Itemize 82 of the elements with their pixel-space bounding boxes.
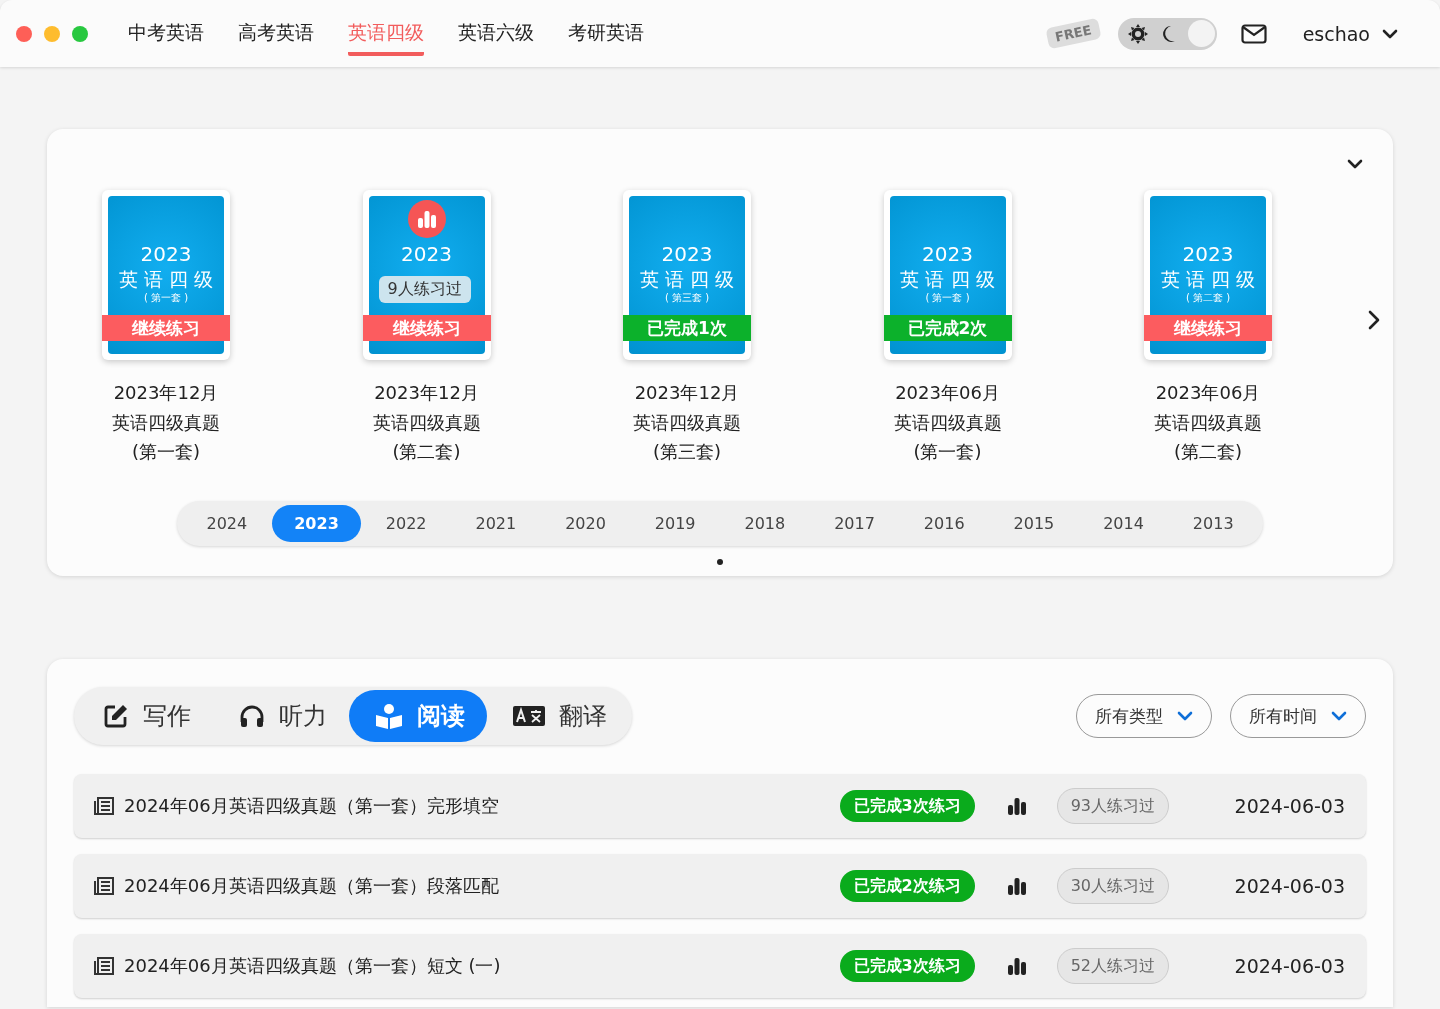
- book-title[interactable]: 2023年06月 英语四级真题 (第二套): [1154, 378, 1262, 467]
- cover-subtitle: ( 第一套 ): [143, 292, 189, 304]
- nav-tab[interactable]: 高考英语: [238, 11, 314, 56]
- cover-subtitle: ( 第一套 ): [925, 292, 970, 304]
- cover-title: 英 语 四 级: [900, 267, 995, 292]
- bar-chart-icon: [417, 210, 436, 228]
- year-tab[interactable]: 2024: [182, 504, 272, 542]
- year-tab[interactable]: 2021: [451, 504, 541, 542]
- exercise-title: 2024年06月英语四级真题（第一套）段落匹配: [124, 874, 500, 898]
- year-tab[interactable]: 2019: [630, 504, 721, 542]
- completion-badge: 已完成3次练习: [839, 950, 975, 982]
- nav-tab[interactable]: 中考英语: [128, 11, 204, 56]
- year-tab[interactable]: 2018: [720, 504, 810, 542]
- exercise-date: 2024-06-03: [1233, 795, 1345, 817]
- document-icon: [94, 957, 114, 975]
- book-cover[interactable]: 2023 9人练习过 继续练习: [362, 190, 491, 360]
- cover-year: 2023: [401, 242, 452, 266]
- year-tab[interactable]: 2015: [989, 504, 1079, 542]
- status-banner: 已完成1次: [623, 315, 751, 341]
- document-icon: [94, 797, 114, 815]
- status-banner: 继续练习: [1144, 315, 1272, 341]
- edit-icon: [103, 703, 129, 729]
- dropdown-caret-icon[interactable]: [1382, 27, 1398, 40]
- status-banner: 继续练习: [102, 315, 230, 341]
- close-button[interactable]: [16, 25, 32, 42]
- exercise-date: 2024-06-03: [1233, 875, 1345, 897]
- document-icon: [94, 877, 114, 895]
- exercise-title: 2024年06月英语四级真题（第一套）短文 (一): [124, 954, 502, 978]
- book-title[interactable]: 2023年12月 英语四级真题 (第三套): [633, 378, 741, 467]
- exercise-row[interactable]: 2024年06月英语四级真题（第一套）短文 (一) 已完成3次练习 52人练习过 2024-06-03: [74, 934, 1366, 998]
- year-tab[interactable]: 2014: [1078, 504, 1169, 542]
- reader-icon: [375, 703, 403, 729]
- bar-chart-icon: [1007, 877, 1026, 895]
- user-name[interactable]: eschao: [1302, 22, 1370, 45]
- exercise-row[interactable]: 2024年06月英语四级真题（第一套）段落匹配 已完成2次练习 30人练习过 2024-06-03: [74, 854, 1366, 918]
- headphones-icon: [239, 704, 265, 728]
- exercise-title: 2024年06月英语四级真题（第一套）完形填空: [124, 794, 500, 818]
- year-tab[interactable]: 2013: [1168, 504, 1259, 542]
- mail-icon[interactable]: [1240, 23, 1267, 44]
- practice-count: 30人练习过: [1056, 868, 1169, 904]
- filter-dropdown[interactable]: 所有时间: [1230, 694, 1366, 738]
- cover-year: 2023: [140, 242, 192, 266]
- tooltip: 9人练习过: [378, 276, 471, 303]
- status-banner: 已完成2次: [883, 315, 1012, 341]
- cover-title: 英 语 四 级: [639, 267, 735, 292]
- section-tab[interactable]: 写作: [77, 690, 213, 742]
- status-banner: 继续练习: [362, 315, 491, 341]
- cover-subtitle: ( 第三套 ): [664, 292, 710, 304]
- year-tab[interactable]: 2022: [361, 504, 451, 542]
- practice-count: 93人练习过: [1056, 788, 1169, 824]
- book-title[interactable]: 2023年12月 英语四级真题 (第一套): [112, 378, 220, 467]
- page-indicator[interactable]: [717, 558, 723, 565]
- translate-icon: [513, 706, 545, 726]
- section-tab[interactable]: 阅读: [349, 690, 487, 742]
- cover-title: 英 语 四 级: [1160, 267, 1256, 292]
- bar-chart-icon: [1007, 797, 1026, 815]
- book-title[interactable]: 2023年12月 英语四级真题 (第二套): [372, 378, 481, 467]
- free-badge: FREE: [1045, 17, 1102, 50]
- book-title[interactable]: 2023年06月 英语四级真题 (第一套): [893, 378, 1002, 467]
- theme-toggle[interactable]: [1117, 17, 1217, 50]
- section-tab[interactable]: 听力: [213, 690, 349, 742]
- filter-dropdown[interactable]: 所有类型: [1076, 694, 1212, 738]
- year-tab[interactable]: 2020: [540, 504, 631, 542]
- sun-icon: [1127, 23, 1148, 44]
- section-tab[interactable]: 翻译: [487, 690, 629, 742]
- completion-badge: 已完成3次练习: [839, 790, 975, 822]
- collapse-caret-icon[interactable]: [1347, 158, 1363, 170]
- year-tab[interactable]: 2016: [899, 504, 990, 542]
- exercise-row[interactable]: 2024年06月英语四级真题（第一套）完形填空 已完成3次练习 93人练习过 2024-06-03: [74, 774, 1366, 838]
- cover-year: 2023: [1182, 242, 1234, 266]
- cover-year: 2023: [922, 242, 973, 266]
- bar-chart-icon: [1007, 957, 1026, 975]
- year-tab[interactable]: 2017: [809, 504, 900, 542]
- nav-tab[interactable]: 考研英语: [568, 11, 644, 56]
- completion-badge: 已完成2次练习: [839, 870, 975, 902]
- cover-subtitle: ( 第二套 ): [1185, 292, 1231, 304]
- cover-title: 英 语 四 级: [118, 267, 214, 292]
- practice-count: 52人练习过: [1056, 948, 1169, 984]
- nav-tab[interactable]: 英语六级: [458, 11, 534, 56]
- exercise-date: 2024-06-03: [1233, 955, 1345, 977]
- year-tab[interactable]: 2023: [271, 504, 362, 542]
- cover-year: 2023: [661, 242, 713, 266]
